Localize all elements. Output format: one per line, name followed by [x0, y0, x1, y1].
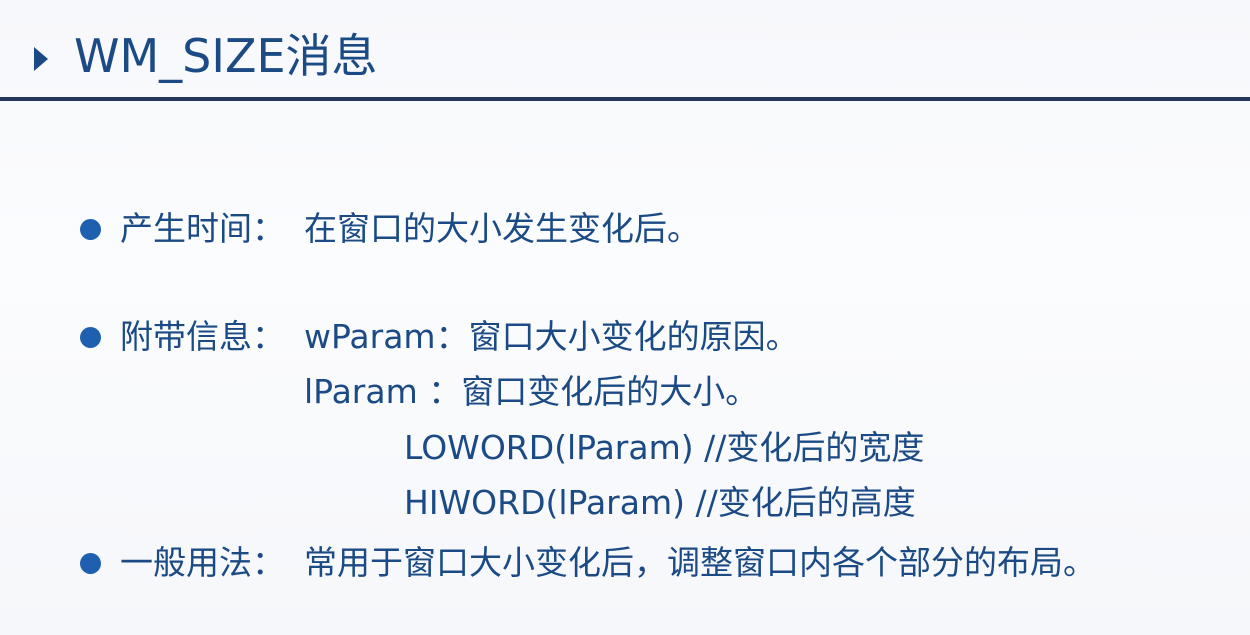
title-divider [0, 97, 1250, 101]
bullet-icon [80, 553, 101, 574]
item-label-info: 附带信息： [120, 317, 285, 356]
info-line-wparam: wParam：窗口大小变化的原因。 [304, 317, 799, 356]
item-text-time: 在窗口的大小发生变化后。 [304, 209, 700, 248]
item-text-usage: 常用于窗口大小变化后，调整窗口内各个部分的布局。 [304, 543, 1096, 582]
page-title: WM_SIZE消息 [74, 29, 378, 83]
item-label-time: 产生时间： [120, 209, 285, 248]
bullet-icon [80, 219, 101, 240]
info-line-hiword: HIWORD(lParam) //变化后的高度 [404, 483, 916, 522]
item-label-usage: 一般用法： [120, 543, 285, 582]
title-arrow-icon [34, 47, 48, 71]
title-bar: WM_SIZE消息 [0, 0, 1250, 101]
slide: WM_SIZE消息 产生时间： 在窗口的大小发生变化后。 附带信息： wPara… [0, 0, 1250, 635]
bullet-icon [80, 327, 101, 348]
info-line-lparam: lParam ：窗口变化后的大小。 [304, 372, 759, 411]
info-line-loword: LOWORD(lParam) //变化后的宽度 [404, 428, 925, 467]
